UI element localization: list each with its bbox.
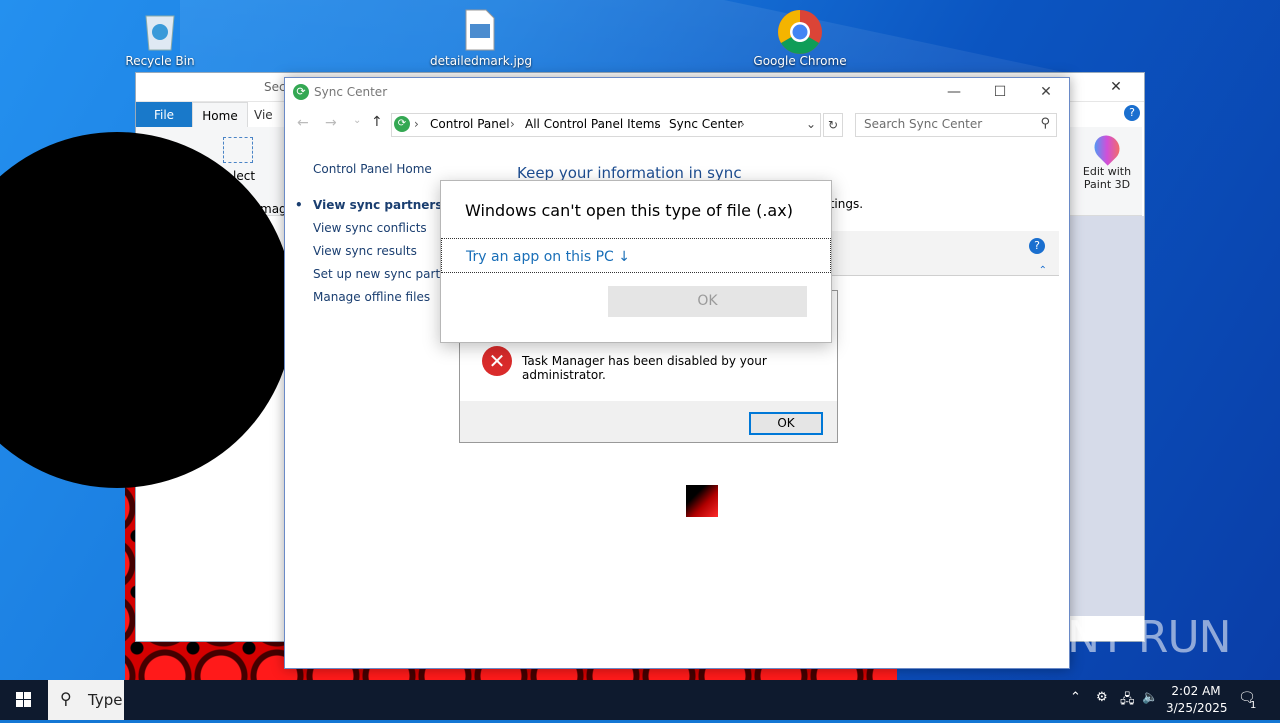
address-dropdown-icon[interactable]: ⌄ [806,117,816,131]
qat-partial-text: Sec [264,80,286,94]
notification-count: 1 [1250,700,1257,711]
left-navigation: Control Panel Home • View sync partnershi… [295,158,471,309]
window-title: Sync Center [314,85,388,99]
windows-icon [16,692,31,707]
sync-toolbar: ? ⌃ [831,231,1059,276]
taskbar-search-text: Type [88,691,123,709]
search-icon: ⚲ [1040,116,1050,131]
chevron-right-icon: › [654,117,659,131]
explorer-close-icon[interactable]: ✕ [1096,73,1136,101]
volume-icon[interactable]: 🔈 [1142,690,1158,705]
help-icon[interactable]: ? [1029,238,1045,254]
start-button[interactable] [0,680,48,720]
tab-view[interactable]: Vie [254,102,273,128]
image-file-icon [460,8,500,52]
dialog-footer: OK [460,401,837,442]
nav-setup-sync-partner[interactable]: Set up new sync partner [313,263,460,286]
breadcrumb-sync-center[interactable]: Sync Center [669,117,742,131]
breadcrumb-all-items[interactable]: All Control Panel Items [525,117,661,131]
network-icon[interactable]: 🖧 [1120,690,1135,712]
close-button[interactable]: ✕ [1023,78,1069,107]
paint3d-icon [1089,130,1125,166]
forward-icon[interactable]: → [325,115,337,131]
recent-dropdown-icon[interactable]: ⌄ [353,115,361,126]
help-icon[interactable]: ? [1124,105,1140,121]
chrome-icon [778,8,822,54]
tab-home[interactable]: Home [192,102,248,129]
breadcrumb-control-panel[interactable]: Control Panel [430,117,510,131]
task-manager-message: Task Manager has been disabled by your a… [522,354,767,382]
try-app-label: Try an app on this PC ↓ [466,249,630,265]
desktop-icon-label: Google Chrome [753,54,847,68]
address-row: ← → ⌄ ↑ ⟳ › Control Panel › All Control … [285,111,1069,139]
search-icon: ⚲ [60,689,72,708]
clock-time: 2:02 AM [1171,684,1221,698]
chevron-right-icon: › [510,117,515,131]
nav-view-sync-results[interactable]: View sync results [313,240,453,263]
chevron-right-icon: › [414,117,419,131]
show-hidden-icons[interactable]: ⌃ [1070,690,1081,705]
bullet-icon: • [295,198,303,212]
red-square-artifact [686,485,718,517]
clock-date: 3/25/2025 [1166,701,1228,715]
address-bar[interactable]: ⟳ › Control Panel › All Control Panel It… [391,113,821,137]
maximize-button[interactable]: ☐ [977,78,1023,107]
desktop-icon-label: Recycle Bin [125,54,195,68]
open-with-dialog: Windows can't open this type of file (.a… [440,180,832,343]
search-placeholder: Search Sync Center [864,117,983,131]
open-with-ok-button[interactable]: OK [608,286,807,317]
desktop-icon-chrome[interactable]: Google Chrome [750,8,850,68]
refresh-icon[interactable]: ↻ [823,113,843,137]
devices-icon[interactable]: ⚙ [1096,690,1108,705]
desktop-icon-recycle-bin[interactable]: Recycle Bin [110,8,210,68]
explorer-side-panel [1070,216,1144,616]
nav-view-sync-partnerships[interactable]: • View sync partnerships [295,194,471,217]
paint3d-label: Edit with Paint 3D [1082,165,1132,191]
up-icon[interactable]: ↑ [371,114,383,130]
error-icon: ✕ [482,346,512,376]
search-input[interactable]: Search Sync Center ⚲ [855,113,1057,137]
chevron-right-icon: › [740,117,745,131]
clock[interactable]: 2:02 AM 3/25/2025 [1166,683,1228,717]
minimize-button[interactable]: — [931,78,977,107]
anyrun-watermark: ANY RUN [1038,612,1232,663]
tab-file[interactable]: File [136,102,192,128]
desktop-icon-label: detailedmark.jpg [430,54,533,68]
nav-control-panel-home[interactable]: Control Panel Home [313,158,453,181]
edit-with-paint3d-button[interactable]: Edit with Paint 3D [1074,130,1140,213]
control-panel-icon: ⟳ [394,116,410,132]
taskbar: ⚲ Type ⌃ ⚙ 🖧 🔈 2:02 AM 3/25/2025 🗨 1 [0,680,1280,720]
open-with-title: Windows can't open this type of file (.a… [465,201,793,220]
nav-view-sync-conflicts[interactable]: View sync conflicts [313,217,453,240]
taskbar-search-box[interactable]: ⚲ Type [48,680,124,720]
try-app-link[interactable]: Try an app on this PC ↓ [441,238,831,273]
collapse-icon[interactable]: ⌃ [1039,265,1047,276]
nav-manage-offline-files[interactable]: Manage offline files [313,286,453,309]
select-icon [223,137,253,163]
recycle-bin-icon [140,8,180,52]
back-icon[interactable]: ← [297,115,309,131]
task-manager-ok-button[interactable]: OK [749,412,823,435]
titlebar: ⟳ Sync Center — ☐ ✕ [285,78,1069,107]
sync-icon: ⟳ [293,84,309,100]
desktop-icon-detailedmark[interactable]: detailedmark.jpg [430,8,533,68]
